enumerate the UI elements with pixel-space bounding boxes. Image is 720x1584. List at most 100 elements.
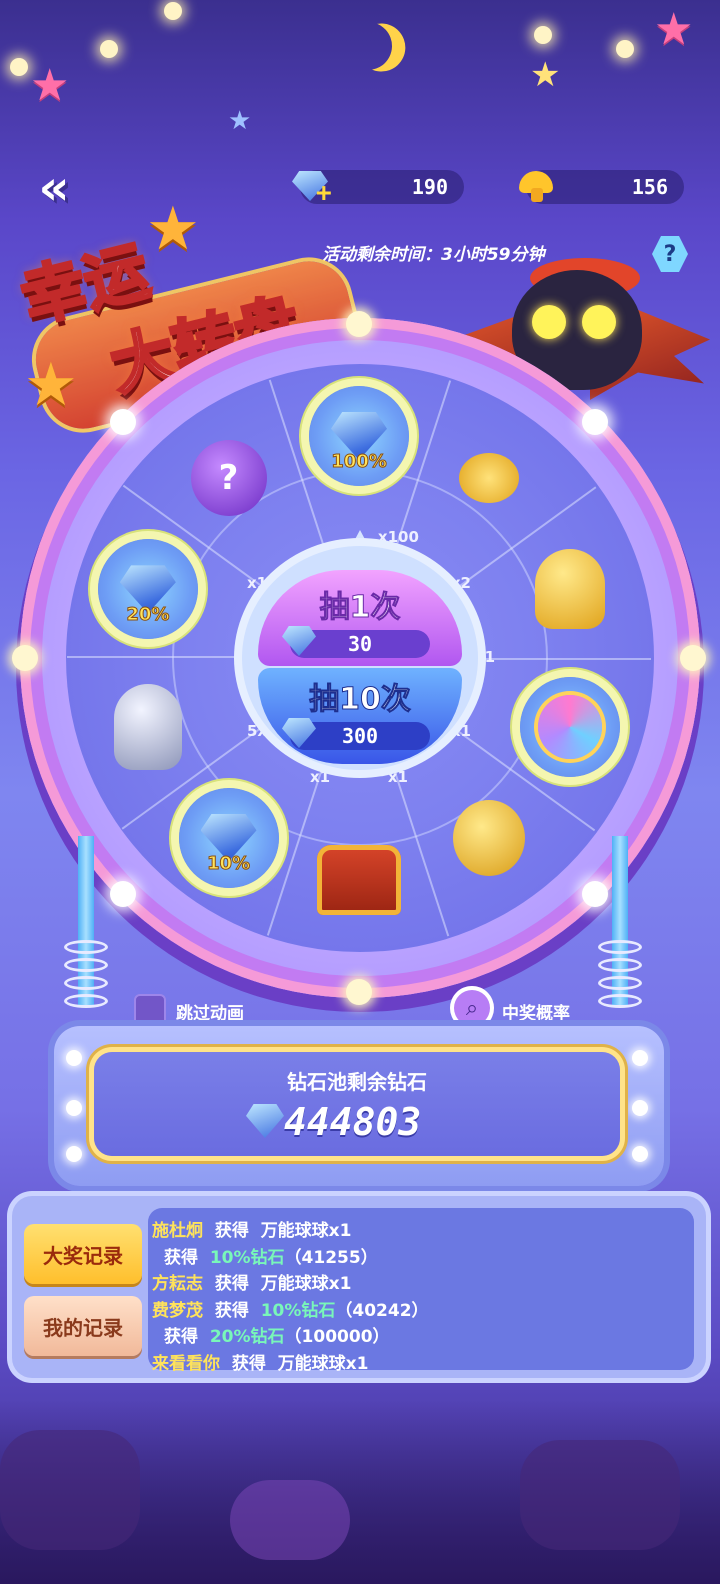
record-item: 万能球球x1 [260, 1274, 352, 1294]
star-icon: ★ [24, 350, 78, 420]
record-amount: （41255） [284, 1247, 378, 1268]
prize-diamond-pile-20: 20% [97, 539, 198, 640]
mushroom-icon [535, 549, 606, 630]
stand-pillar-left [64, 836, 108, 1008]
light-bulb [10, 58, 28, 76]
record-item: 10%钻石 [260, 1300, 336, 1321]
wheel-light [346, 979, 372, 1005]
record-row: 获得 20%钻石（100000） [164, 1322, 390, 1347]
record-row: 费梦茂 获得 10%钻石（40242） [152, 1296, 429, 1321]
record-item: 万能球球x1 [260, 1221, 352, 1241]
record-row: 方耘志 获得 万能球球x1 [152, 1269, 351, 1294]
stand-pillar-right [598, 836, 642, 1008]
diamond-pool-value: 444803 [284, 1100, 422, 1144]
prize-multiplier: x100 [377, 528, 419, 547]
universal-ball-icon [538, 694, 603, 759]
prize-diamond-pile-10: 10% [178, 787, 279, 888]
spin-once-label: 抽1次 [319, 590, 401, 626]
record-player-name: 费梦茂 [152, 1300, 203, 1321]
light-bulb [632, 1100, 648, 1116]
prize-label: 20% [126, 604, 170, 626]
diamond-pool-title: 钻石池剩余钻石 [287, 1070, 427, 1094]
tab-grand-prize-records[interactable]: 大奖记录 [24, 1224, 142, 1284]
record-player-name: 施杜炯 [152, 1221, 203, 1241]
wheel-light [12, 645, 38, 671]
record-verb: 获得 [214, 1221, 249, 1241]
mushroom-balance: 156 [519, 170, 684, 204]
record-row: 来看看你 获得 万能球球x1 [152, 1349, 368, 1374]
spin-ten-label: 抽10次 [309, 682, 412, 718]
star-icon: ★ [654, 4, 694, 55]
prize-universal-ball [520, 676, 621, 777]
gift-icon [230, 1480, 350, 1560]
wheel-light [346, 311, 372, 337]
light-bulb [66, 1050, 82, 1066]
golden-egg-icon [453, 799, 526, 876]
odds-button[interactable]: ⌕ [450, 986, 494, 1030]
star-icon: ★ [228, 106, 252, 136]
record-player-name: 方耘志 [152, 1274, 203, 1294]
prize-treasure-chest [309, 830, 409, 930]
prize-silver-mushrooms [98, 677, 198, 777]
silver-mushroom-icon [113, 683, 182, 770]
light-bulb [66, 1146, 82, 1162]
moon-icon [337, 15, 399, 77]
prize-multiplier: x1 [310, 767, 331, 786]
diamond-count: 190 [411, 175, 448, 199]
record-item: 万能球球x1 [277, 1353, 369, 1374]
star-icon: ★ [530, 55, 561, 95]
record-row: 施杜炯 获得 万能球球x1 [152, 1216, 351, 1241]
light-bulb [164, 2, 182, 20]
odds-label[interactable]: 中奖概率 [502, 999, 570, 1024]
record-row: 获得 10%钻石（41255） [164, 1243, 378, 1268]
prize-mystery-ball: ? [179, 428, 279, 528]
wheel-light [109, 408, 136, 435]
prize-diamond-pile: 100% [309, 386, 409, 486]
record-player-name: 来看看你 [152, 1353, 220, 1374]
skip-animation-label[interactable]: 跳过动画 [176, 999, 244, 1024]
prize-golden-egg [439, 788, 539, 888]
diamond-icon [282, 626, 316, 656]
prize-multiplier: x1 [387, 767, 408, 786]
gift-icon [0, 1430, 140, 1550]
tab-my-records[interactable]: 我的记录 [24, 1296, 142, 1356]
golden-mushroom-icon [512, 162, 560, 210]
prize-gold-coins [439, 428, 539, 528]
record-amount: （100000） [284, 1327, 390, 1347]
spin-ten-cost: 300 [282, 718, 430, 750]
record-verb: 获得 [231, 1353, 266, 1374]
record-verb: 获得 [164, 1327, 198, 1347]
wheel-light [582, 408, 609, 435]
prize-label: ? [218, 458, 239, 499]
diamond-icon [282, 718, 316, 748]
spin-once-cost-value: 30 [347, 632, 373, 656]
light-bulb [632, 1146, 648, 1162]
spin-ten-cost-value: 300 [341, 724, 379, 748]
record-verb: 获得 [214, 1274, 249, 1294]
record-item: 10%钻石 [209, 1247, 285, 1268]
magnifier-icon: ⌕ [465, 995, 479, 1021]
light-bulb [100, 40, 118, 58]
prize-golden-mushrooms [520, 539, 620, 639]
wheel-light [109, 881, 136, 908]
light-bulb [632, 1050, 648, 1066]
spin-once-cost: 30 [282, 626, 430, 658]
prize-label: 10% [206, 852, 251, 874]
diamond-balance: + 190 [292, 170, 464, 208]
record-item: 20%钻石 [209, 1327, 285, 1347]
light-bulb [616, 40, 634, 58]
record-amount: （40242） [335, 1300, 429, 1321]
record-verb: 获得 [214, 1300, 249, 1321]
star-icon: ★ [146, 194, 200, 264]
prize-label: 100% [331, 451, 388, 473]
coins-icon [459, 453, 520, 504]
star-icon: ★ [30, 60, 70, 111]
wheel-light [680, 645, 706, 671]
skip-animation-checkbox[interactable] [134, 994, 166, 1026]
gift-icon [520, 1440, 680, 1550]
record-verb: 获得 [164, 1247, 198, 1268]
light-bulb [66, 1100, 82, 1116]
treasure-chest-icon [317, 845, 401, 915]
light-bulb [534, 26, 552, 44]
mushroom-count: 156 [631, 175, 668, 199]
